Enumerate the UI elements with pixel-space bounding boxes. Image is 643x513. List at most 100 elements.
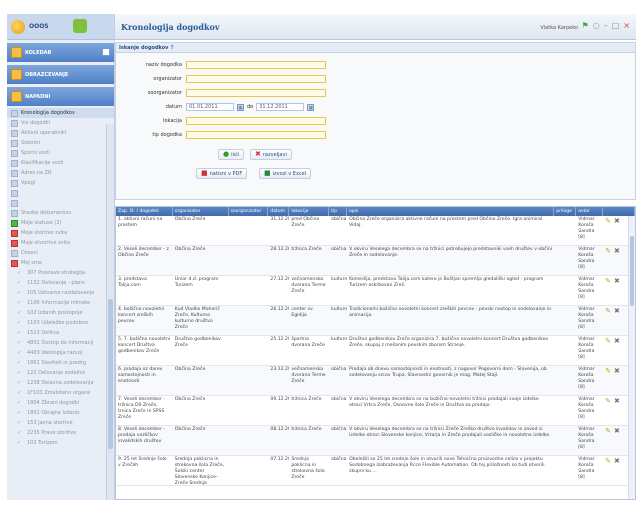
name-input[interactable] — [186, 61, 326, 69]
sidebar-tree-item[interactable]: ✔ 1152 Delovanje - plans — [7, 278, 114, 288]
sidebar-tree-item[interactable]: ✔ 2235 Prave storitve — [7, 428, 114, 438]
location-input[interactable] — [186, 117, 326, 125]
excel-export-button[interactable]: ■ izvozi v Excel — [259, 168, 312, 179]
sidebar-tree-item[interactable]: Moje stvoritve zvita — [7, 238, 114, 248]
table-row[interactable]: 6. prodaja oz darev samostojnosti in eno… — [116, 366, 635, 396]
nav-band-koledar[interactable]: KOLEDAR — [7, 43, 114, 62]
help-icon[interactable]: ○ — [593, 22, 600, 30]
date-to-input[interactable]: 31.12.2011 — [256, 103, 305, 111]
sidebar-tree-item[interactable]: ✔ 1103 Udeležbe podobno — [7, 318, 114, 328]
sidebar-tree-item[interactable]: ✔ 102 Izdanih postopnje — [7, 308, 114, 318]
sidebar-tree-item[interactable]: ✔ 1513 Delitva — [7, 328, 114, 338]
sidebar-scrollbar[interactable] — [106, 124, 114, 500]
sidebar-tree-item[interactable]: ✔ 4403 Ideologija razvoj — [7, 348, 114, 358]
sidebar-tree-item[interactable]: Moje storitve zvita — [7, 228, 114, 238]
sidebar-tree-item[interactable]: ✔ 1861 Slaviteti in predrg — [7, 358, 114, 368]
delete-icon[interactable]: ✖ — [614, 458, 620, 484]
column-header[interactable]: tip — [329, 207, 348, 216]
sidebar-tree-item[interactable]: ✔ 122 Delovanje sodelnic — [7, 368, 114, 378]
sidebar-tree-item[interactable]: Sobotni — [7, 138, 114, 148]
user-name[interactable]: Vlatka Karpeko — [540, 25, 578, 31]
coorganizer-input[interactable] — [186, 89, 326, 97]
type-input[interactable] — [186, 131, 326, 139]
organizer-input[interactable] — [186, 75, 326, 83]
calendar-icon[interactable]: ▦ — [307, 103, 315, 111]
table-row[interactable]: 9. 25 let Srednje šole v Zrečah Srednja p… — [116, 456, 635, 486]
date-from-input[interactable]: 01.01.2011 — [186, 103, 234, 111]
sidebar-tree-item[interactable]: ✔ 105 Ustvarno razdelovanje — [7, 288, 114, 298]
nav-band-napadni[interactable]: NAPADNI — [7, 87, 114, 106]
close-icon[interactable]: × — [623, 22, 630, 30]
sidebar-tree-item[interactable]: ✔ 1106 Informacije mlinske — [7, 298, 114, 308]
delete-icon[interactable]: ✖ — [614, 398, 620, 424]
nav-band-obrazcevanje[interactable]: OBRAZCEVANJE — [7, 65, 114, 84]
sidebar-tree-item[interactable]: ✔ 307 Prestave strategija — [7, 268, 114, 278]
clear-button[interactable]: ✖ razveljavi — [250, 149, 292, 160]
delete-icon[interactable]: ✖ — [614, 428, 620, 454]
sidebar-tree-item[interactable]: Moj sme — [7, 258, 114, 268]
delete-icon[interactable]: ✖ — [614, 338, 620, 364]
column-header[interactable]: avtor — [576, 207, 604, 216]
table-row[interactable]: 2. Veseli december - z Občino Zreče Občin… — [116, 246, 635, 276]
table-row[interactable]: 7. Veseli december - tržnica DS Zreče, t… — [116, 396, 635, 426]
column-header[interactable]: datum — [268, 207, 290, 216]
column-header[interactable]: opis — [347, 207, 555, 216]
column-header[interactable]: soorganizator — [229, 207, 269, 216]
delete-icon[interactable]: ✖ — [614, 248, 620, 274]
table-row[interactable]: 3. predstava Talija.com Unior d.d. progra… — [116, 276, 635, 306]
scroll-thumb[interactable] — [108, 299, 113, 449]
sidebar-tree-item[interactable]: Adres na ZR — [7, 168, 114, 178]
collapse-toggle[interactable] — [102, 48, 110, 56]
green-flag-icon[interactable]: ⚑ — [582, 22, 589, 30]
delete-icon[interactable]: ✖ — [614, 278, 620, 304]
maximize-icon[interactable]: □ — [612, 22, 620, 30]
delete-icon[interactable]: ✖ — [614, 368, 620, 394]
app-logo-icon[interactable] — [11, 20, 25, 34]
table-body: 1. aktivni računi na prostem Občina Zreče… — [116, 216, 635, 486]
edit-pencil-icon[interactable]: ✎ — [605, 428, 611, 454]
column-header[interactable]: priloge — [554, 207, 577, 216]
column-header[interactable]: organizator — [173, 207, 229, 216]
sidebar-tree-item[interactable]: Vsi dogodki — [7, 118, 114, 128]
edit-pencil-icon[interactable]: ✎ — [605, 368, 611, 394]
scroll-thumb[interactable] — [630, 236, 634, 306]
pdf-export-button[interactable]: ■ natisni v PDF — [196, 168, 248, 179]
sidebar-tree-item[interactable]: ✔ 102 Turizem — [7, 438, 114, 448]
sidebar-tree-item[interactable]: Aktivni uporabniki — [7, 128, 114, 138]
sidebar-tree-item[interactable]: Klasifikacije vozli — [7, 158, 114, 168]
sidebar-tree-item[interactable]: Moje statuse (2) — [7, 218, 114, 228]
sidebar-tree-item[interactable]: Kronologija dogodkov — [7, 108, 114, 118]
sidebar-tree-item[interactable]: ✔ 1238 Delavna sodelovanja — [7, 378, 114, 388]
sidebar-tree-item[interactable] — [7, 188, 114, 198]
sidebar-tree-item[interactable] — [7, 198, 114, 208]
sidebar-tree-item[interactable]: Stavbe dokumentov — [7, 208, 114, 218]
table-row[interactable]: 1. aktivni računi na prostem Občina Zreče… — [116, 216, 635, 246]
delete-icon[interactable]: ✖ — [614, 308, 620, 334]
table-row[interactable]: 5. 7. božično novoletni koncert Društva … — [116, 336, 635, 366]
calendar-icon[interactable]: ▦ — [237, 103, 244, 111]
sidebar-tree-item[interactable]: ✔ 153 Javna storitve — [7, 418, 114, 428]
edit-pencil-icon[interactable]: ✎ — [605, 278, 611, 304]
edit-pencil-icon[interactable]: ✎ — [605, 398, 611, 424]
minimize-icon[interactable]: – — [604, 22, 608, 30]
sidebar-tree-item[interactable]: ✔ 1801 Okrajne izdanic — [7, 408, 114, 418]
table-row[interactable]: 4. božično novoletni koncert zreških pev… — [116, 306, 635, 336]
sidebar-tree-item[interactable]: Vpogl — [7, 178, 114, 188]
edit-pencil-icon[interactable]: ✎ — [605, 338, 611, 364]
column-header[interactable]: Zap. št. / dogodek — [116, 207, 173, 216]
sidebar-tree-item[interactable]: ✔ 4801 Dostop do informacij — [7, 338, 114, 348]
delete-icon[interactable]: ✖ — [614, 218, 620, 244]
edit-pencil-icon[interactable]: ✎ — [605, 218, 611, 244]
help-icon[interactable]: ? — [170, 45, 173, 51]
table-row[interactable]: 8. Veseli december - prodaja vozličkov i… — [116, 426, 635, 456]
edit-pencil-icon[interactable]: ✎ — [605, 248, 611, 274]
sidebar-tree-item[interactable]: Doseci — [7, 248, 114, 258]
sidebar-tree-item[interactable]: ✔ 1804 Zbrani dogodki — [7, 398, 114, 408]
edit-pencil-icon[interactable]: ✎ — [605, 458, 611, 484]
table-scrollbar[interactable] — [628, 216, 635, 499]
search-button[interactable]: ● išči — [218, 149, 245, 160]
sidebar-tree-item[interactable]: Sporni vozli — [7, 148, 114, 158]
edit-pencil-icon[interactable]: ✎ — [605, 308, 611, 334]
column-header[interactable]: lokacija — [289, 207, 330, 216]
sidebar-tree-item[interactable]: ✔ 1F103 Zmaloteno organe — [7, 388, 114, 398]
